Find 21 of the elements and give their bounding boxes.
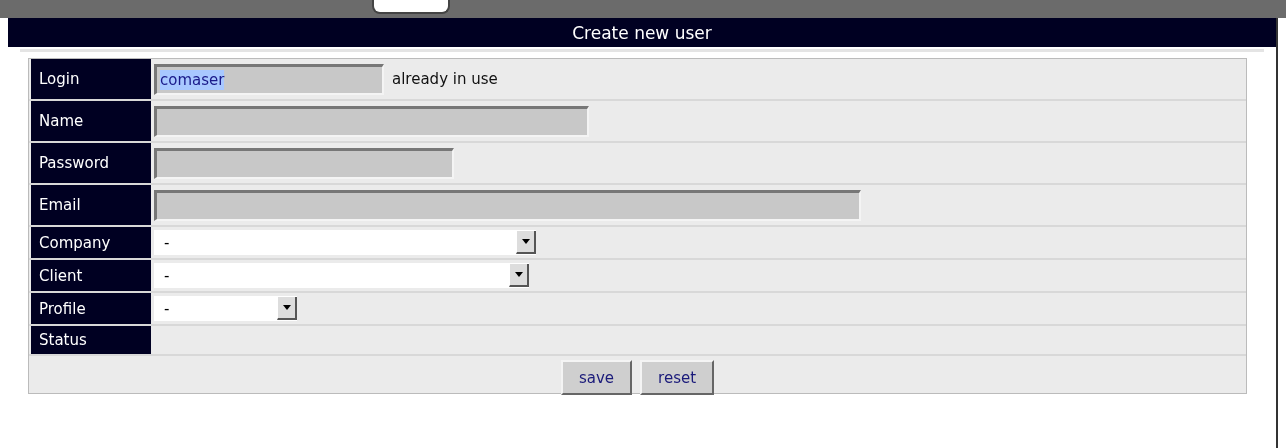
field-label: Login [31, 59, 151, 99]
field-label: Company [31, 227, 151, 258]
field-label: Email [31, 185, 151, 225]
form-button[interactable]: save [560, 360, 633, 395]
text-field[interactable] [154, 189, 861, 221]
validation-message: already in use [392, 70, 498, 88]
field-label: Name [31, 101, 151, 141]
field-label: Client [31, 260, 151, 291]
field-label: Profile [31, 293, 151, 324]
dropdown[interactable]: - [154, 263, 529, 288]
dropdown[interactable]: - [154, 296, 297, 321]
text-field[interactable]: comaser [154, 63, 384, 95]
form-button[interactable]: reset [640, 360, 715, 395]
field-value: comaser [160, 69, 225, 90]
page-title: Create new user [572, 22, 712, 43]
browser-tab[interactable] [372, 0, 450, 14]
field-label: Password [31, 143, 151, 183]
text-field[interactable] [154, 147, 454, 179]
dropdown[interactable]: - [154, 230, 536, 255]
text-field[interactable] [154, 105, 589, 137]
field-label: Status [31, 326, 151, 354]
